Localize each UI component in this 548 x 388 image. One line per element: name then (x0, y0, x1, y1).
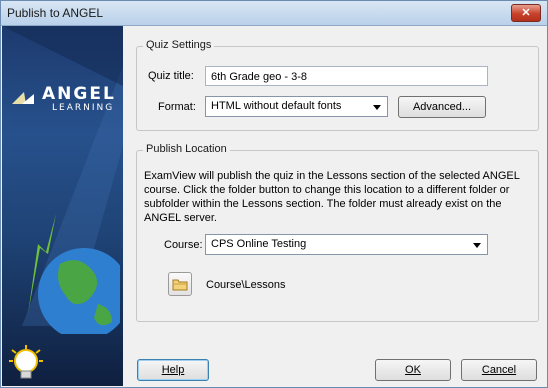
cancel-button-label: Cancel (481, 364, 517, 376)
folder-path: Course\Lessons (206, 279, 286, 291)
angel-sidebar-banner: ANGEL LEARNING (2, 26, 123, 386)
quiz-settings-group: Quiz Settings (136, 39, 539, 131)
lightbulb-icon (9, 345, 43, 379)
folder-icon (172, 279, 188, 291)
angel-logo: ANGEL LEARNING (12, 84, 120, 113)
chevron-down-icon (373, 105, 381, 110)
quiz-settings-title: Quiz Settings (143, 39, 215, 51)
course-label: Course: (164, 239, 203, 251)
format-dropdown[interactable]: HTML without default fonts (205, 96, 388, 117)
close-button[interactable]: ✕ (511, 4, 541, 22)
logo-subtitle: LEARNING (52, 103, 115, 113)
quiz-title-label: Quiz title: (148, 70, 194, 82)
advanced-button[interactable]: Advanced... (398, 96, 486, 118)
publish-description: ExamView will publish the quiz in the Le… (144, 170, 520, 224)
publish-location-title: Publish Location (143, 143, 230, 155)
format-value: HTML without default fonts (211, 100, 342, 112)
chevron-down-icon (473, 243, 481, 248)
format-label: Format: (158, 101, 196, 113)
title-bar[interactable]: Publish to ANGEL ✕ (1, 1, 547, 26)
advanced-button-label: Advanced... (412, 101, 472, 113)
help-button[interactable]: Help (137, 359, 209, 381)
course-value: CPS Online Testing (211, 238, 307, 250)
publish-dialog: Publish to ANGEL ✕ ANGEL LEARNING Quiz S… (0, 0, 548, 388)
window-title: Publish to ANGEL (7, 6, 104, 20)
quiz-title-input[interactable]: 6th Grade geo - 3-8 (205, 66, 488, 86)
course-dropdown[interactable]: CPS Online Testing (205, 234, 488, 255)
globe-arrow-icon (28, 214, 120, 334)
angel-wing-icon (12, 92, 34, 104)
folder-button[interactable] (168, 272, 192, 296)
help-button-label: Help (161, 364, 185, 376)
ok-button-label: OK (405, 364, 421, 376)
cancel-button[interactable]: Cancel (461, 359, 537, 381)
ok-button[interactable]: OK (375, 359, 451, 381)
logo-wordmark: ANGEL (42, 84, 116, 104)
